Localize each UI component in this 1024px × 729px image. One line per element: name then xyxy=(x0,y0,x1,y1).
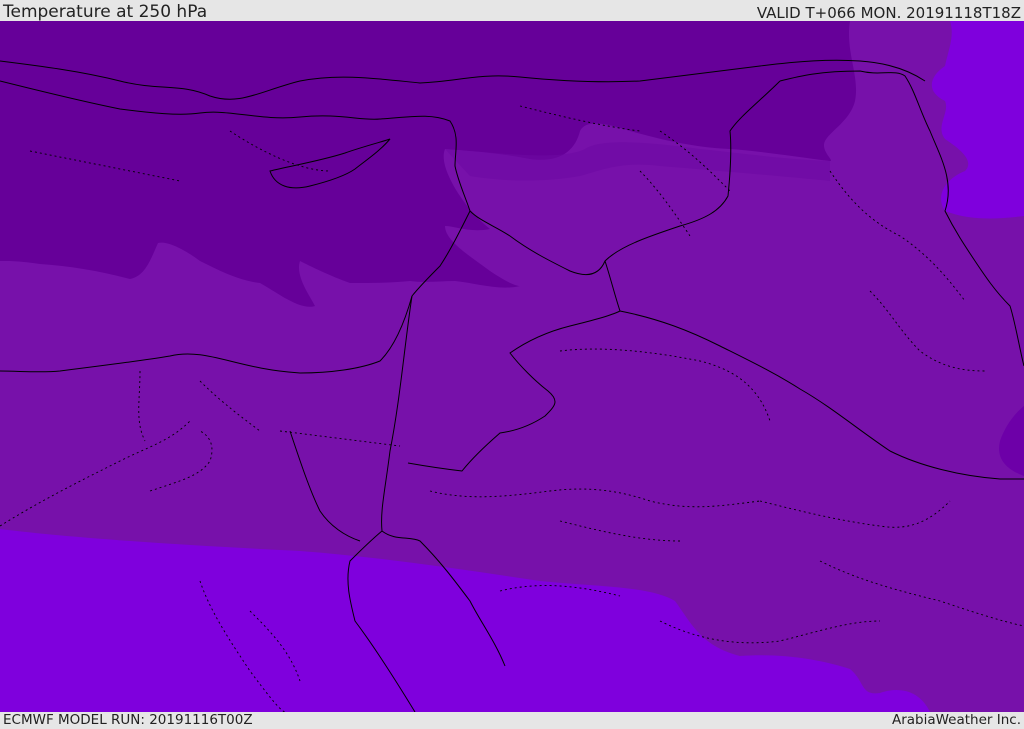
map-title: Temperature at 250 hPa xyxy=(3,2,208,22)
temperature-map[interactable] xyxy=(0,21,1024,712)
model-run-label: ECMWF MODEL RUN: 20191116T00Z xyxy=(3,712,253,728)
credit-label: ArabiaWeather Inc. xyxy=(891,712,1021,728)
footer-bar: ECMWF MODEL RUN: 20191116T00Z ArabiaWeat… xyxy=(0,712,1024,729)
valid-time-label: VALID T+066 MON. 20191118T18Z xyxy=(756,4,1021,22)
header-bar: Temperature at 250 hPa VALID T+066 MON. … xyxy=(0,0,1024,22)
